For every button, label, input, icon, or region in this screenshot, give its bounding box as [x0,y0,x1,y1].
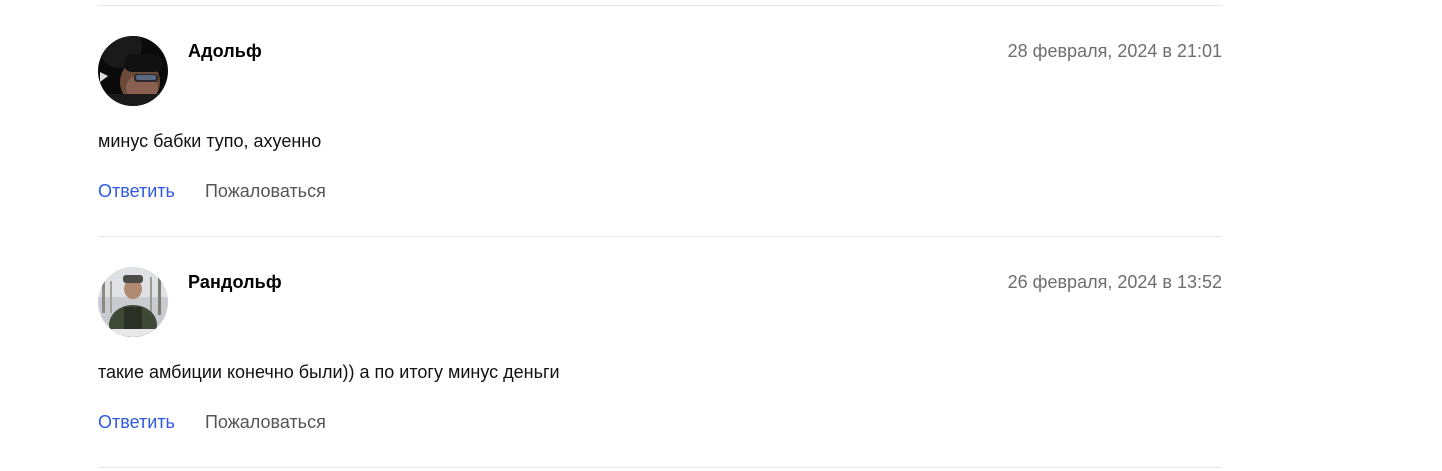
user-photo-avatar-icon [98,267,168,337]
comment-item: Адольф 28 февраля, 2024 в 21:01 минус ба… [98,6,1222,236]
report-button[interactable]: Пожаловаться [205,412,326,433]
avatar[interactable] [98,267,168,337]
reply-button[interactable]: Ответить [98,412,175,433]
report-button[interactable]: Пожаловаться [205,181,326,202]
comment-author: Рандольф [188,272,282,292]
comment-timestamp: 26 февраля, 2024 в 13:52 [1007,272,1222,292]
comment-item: Рандольф 26 февраля, 2024 в 13:52 такие … [98,237,1222,467]
comment-actions: Ответить Пожаловаться [98,412,326,433]
divider [98,467,1222,468]
comment-actions: Ответить Пожаловаться [98,181,326,202]
comment-text: минус бабки тупо, ахуенно [98,131,322,151]
comments-list: Адольф 28 февраля, 2024 в 21:01 минус ба… [98,0,1222,468]
comment-timestamp: 28 февраля, 2024 в 21:01 [1007,41,1222,61]
avatar[interactable] [98,36,168,106]
reply-button[interactable]: Ответить [98,181,175,202]
user-photo-avatar-icon [98,36,168,106]
comment-text: такие амбиции конечно были)) а по итогу … [98,362,560,382]
comment-author: Адольф [188,41,262,61]
